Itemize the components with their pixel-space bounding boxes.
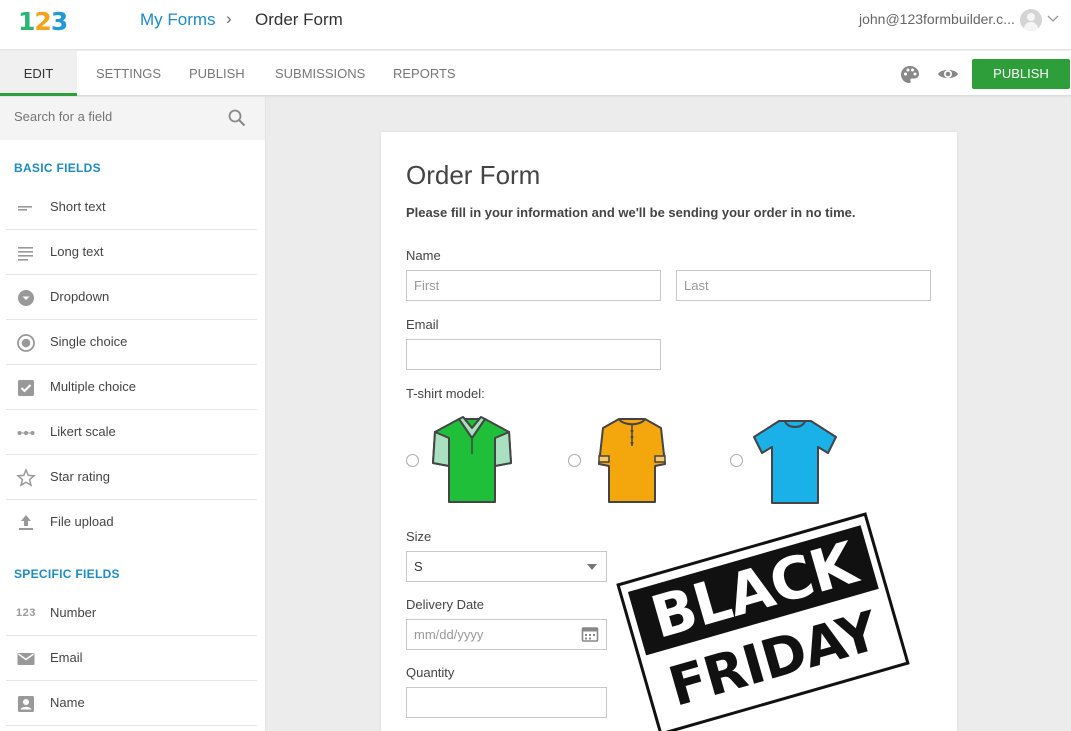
field-dropdown[interactable]: Dropdown — [6, 275, 257, 320]
search-icon[interactable] — [228, 109, 246, 127]
tab-edit[interactable]: EDIT — [0, 51, 77, 96]
delivery-date-input[interactable]: mm/dd/yyyy — [406, 619, 607, 650]
tab-bar: EDIT SETTINGS PUBLISH SUBMISSIONS REPORT… — [0, 51, 1071, 96]
search-input[interactable] — [14, 109, 214, 124]
tshirt-radio-2[interactable] — [568, 454, 581, 467]
field-label: Name — [50, 695, 85, 710]
field-label: Long text — [50, 244, 104, 259]
palette-icon[interactable] — [900, 65, 920, 85]
email-input[interactable] — [406, 339, 661, 370]
tshirt-radio-3[interactable] — [730, 454, 743, 467]
field-single-choice[interactable]: Single choice — [6, 320, 257, 365]
long-text-icon — [18, 247, 33, 261]
star-icon — [16, 468, 36, 487]
breadcrumb-separator: › — [226, 9, 232, 28]
top-header: 123 My Forms › Order Form john@123formbu… — [0, 0, 1071, 50]
tshirt-radio-1[interactable] — [406, 454, 419, 467]
field-star-rating[interactable]: Star rating — [6, 455, 257, 500]
logo-digit-3: 3 — [50, 7, 68, 36]
logo-digit-2: 2 — [34, 7, 51, 36]
first-name-input[interactable]: First — [406, 270, 661, 301]
size-selected-value: S — [414, 559, 423, 574]
likert-scale-icon — [17, 431, 35, 435]
breadcrumb-my-forms[interactable]: My Forms — [140, 10, 216, 30]
logo-digit-1: 1 — [18, 7, 35, 36]
field-multiple-choice[interactable]: Multiple choice — [6, 365, 257, 410]
quantity-input[interactable] — [406, 687, 607, 718]
name-label: Name — [406, 248, 441, 263]
field-email[interactable]: Email — [6, 636, 257, 681]
tab-reports[interactable]: REPORTS — [393, 51, 456, 96]
field-label: Multiple choice — [50, 379, 136, 394]
field-search — [0, 97, 265, 140]
field-label: Dropdown — [50, 289, 110, 304]
field-name[interactable]: Name — [6, 681, 257, 726]
blue-tee-shirt-image[interactable] — [752, 419, 838, 505]
tab-publish[interactable]: PUBLISH — [189, 51, 245, 96]
number-icon: 123 — [16, 607, 36, 619]
field-label: Short text — [50, 199, 106, 214]
form-title[interactable]: Order Form — [406, 160, 540, 191]
tshirt-model-label: T-shirt model: — [406, 386, 485, 401]
envelope-icon — [17, 653, 35, 665]
tab-submissions[interactable]: SUBMISSIONS — [275, 51, 365, 96]
contact-card-icon — [18, 696, 34, 712]
field-number[interactable]: 123 Number — [6, 591, 257, 636]
field-sidebar: BASIC FIELDS Short text Long text Dropdo… — [0, 97, 266, 731]
calendar-icon[interactable] — [581, 625, 599, 643]
eye-icon[interactable] — [937, 67, 959, 81]
field-label: File upload — [50, 514, 114, 529]
caret-down-icon — [587, 564, 597, 570]
field-label: Email — [50, 650, 83, 665]
avatar[interactable] — [1020, 9, 1042, 31]
size-select[interactable]: S — [406, 551, 607, 582]
breadcrumb-current: Order Form — [255, 10, 343, 29]
size-label: Size — [406, 529, 432, 544]
tab-settings[interactable]: SETTINGS — [96, 51, 161, 96]
last-name-input[interactable]: Last — [676, 270, 931, 301]
orange-henley-shirt-image[interactable] — [597, 416, 667, 504]
field-file-upload[interactable]: File upload — [6, 500, 257, 545]
form-description[interactable]: Please fill in your information and we'l… — [406, 205, 856, 220]
field-label: Single choice — [50, 334, 128, 349]
field-label: Star rating — [50, 469, 110, 484]
chevron-down-icon[interactable] — [1047, 12, 1059, 24]
logo[interactable]: 123 — [18, 7, 68, 36]
user-email[interactable]: john@123formbuilder.c... — [859, 11, 1015, 27]
delivery-date-label: Delivery Date — [406, 597, 485, 612]
field-label: Likert scale — [50, 424, 116, 439]
quantity-label: Quantity — [406, 665, 455, 680]
field-likert-scale[interactable]: Likert scale — [6, 410, 257, 455]
green-polo-shirt-image[interactable] — [431, 416, 513, 504]
single-choice-icon — [17, 334, 35, 352]
email-label: Email — [406, 317, 439, 332]
short-text-icon — [18, 206, 32, 211]
field-long-text[interactable]: Long text — [6, 230, 257, 275]
field-label: Number — [50, 605, 97, 620]
publish-button[interactable]: PUBLISH — [972, 59, 1070, 89]
multiple-choice-icon — [18, 380, 34, 396]
basic-fields-title: BASIC FIELDS — [14, 161, 101, 175]
field-short-text[interactable]: Short text — [6, 185, 257, 230]
dropdown-icon — [18, 290, 34, 306]
upload-icon — [19, 515, 33, 530]
specific-fields-title: SPECIFIC FIELDS — [14, 567, 120, 581]
